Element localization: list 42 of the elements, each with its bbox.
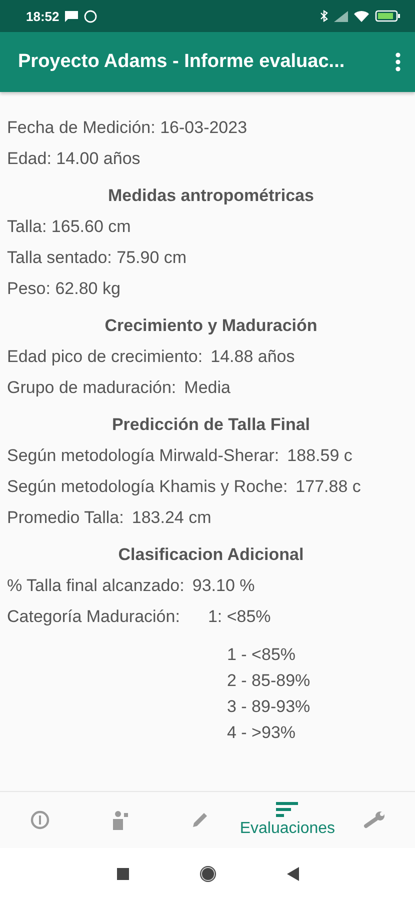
section-heading: Medidas antropométricas: [108, 186, 314, 206]
field-value: 14.88 años: [210, 346, 295, 366]
field-label: Según metodología Mirwald-Sherar:: [7, 446, 280, 466]
app-title: Proyecto Adams - Informe evaluac...: [18, 51, 345, 73]
field-label: Talla sentado: 75.90 cm: [7, 248, 187, 268]
field-label: Edad pico de crecimiento:: [7, 346, 203, 366]
field-value: 93.10 %: [192, 576, 255, 596]
field-value: Media: [184, 378, 230, 398]
legend-item: 1 - <85%: [227, 644, 297, 666]
field-label: Edad: 14.00 años: [7, 148, 140, 168]
message-icon: [65, 10, 78, 22]
more-icon[interactable]: [395, 52, 401, 72]
nav-tab[interactable]: Evaluaciones: [240, 792, 336, 848]
section-heading: Predicción de Talla Final: [112, 414, 310, 434]
field-value: 188.59 c: [287, 446, 352, 466]
field-label: Categoría Maduración:: [7, 606, 180, 626]
back-icon[interactable]: [286, 867, 298, 881]
field-value: 177.88 c: [296, 476, 361, 496]
field-label: Talla: 165.60 cm: [7, 216, 131, 236]
battery-icon: [375, 10, 401, 22]
signal-icon: [334, 10, 348, 22]
field-label: Promedio Talla:: [7, 508, 124, 528]
info-icon: [30, 810, 50, 830]
bluetooth-icon: [320, 10, 328, 22]
legend-item: 3 - 89-93%: [227, 696, 312, 718]
legend-item: 4 - >93%: [227, 722, 297, 744]
section-heading: Crecimiento y Maduración: [104, 316, 318, 336]
field-value: 183.24 cm: [132, 508, 212, 528]
field-label: Peso: 62.80 kg: [7, 278, 120, 298]
wrench-icon: [363, 809, 387, 831]
section-heading: Clasificacion Adicional: [118, 544, 304, 564]
wifi-icon: [354, 10, 369, 22]
sort-lines-icon: [276, 802, 298, 818]
field-value: 1: <85%: [208, 606, 271, 626]
recents-icon[interactable]: [116, 868, 128, 880]
legend-item: 2 - 85-89%: [227, 670, 312, 692]
field-label: Según metodología Khamis y Roche:: [7, 476, 288, 496]
status-time: 18:52: [26, 8, 60, 24]
field-label: Fecha de Medición: 16-03-2023: [7, 118, 248, 138]
field-label: Grupo de maduración:: [7, 378, 176, 398]
field-label: % Talla final alcanzado:: [7, 576, 184, 596]
home-icon[interactable]: [198, 865, 216, 883]
